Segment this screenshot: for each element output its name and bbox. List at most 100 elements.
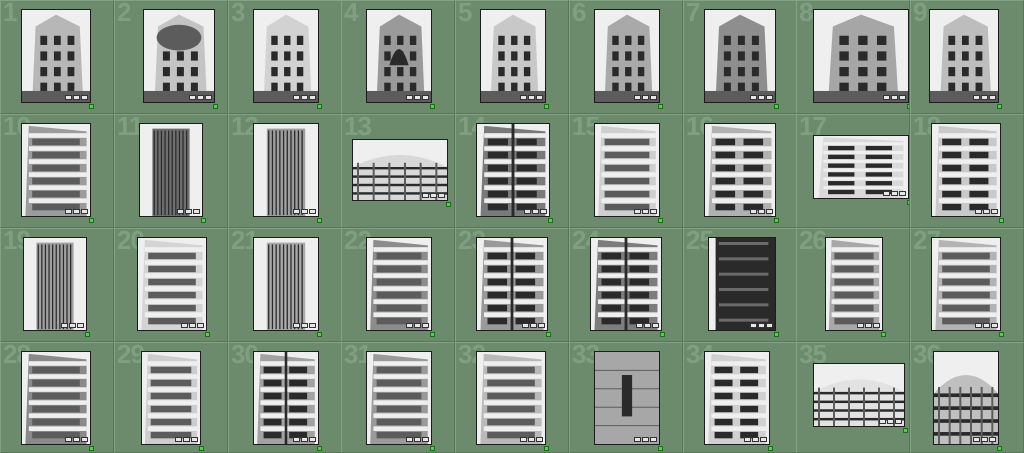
- grid-cell[interactable]: 13: [341, 114, 455, 228]
- photo-thumbnail[interactable]: [594, 9, 660, 103]
- color-label-icon[interactable]: [85, 332, 90, 337]
- grid-cell[interactable]: 20: [114, 228, 228, 342]
- photo-thumbnail[interactable]: [813, 363, 905, 427]
- color-label-icon[interactable]: [213, 104, 218, 109]
- grid-cell[interactable]: 28: [0, 342, 114, 453]
- color-label-icon[interactable]: [89, 218, 94, 223]
- color-label-icon[interactable]: [430, 332, 435, 337]
- photo-thumbnail[interactable]: [21, 351, 91, 445]
- color-label-icon[interactable]: [999, 332, 1004, 337]
- color-label-icon[interactable]: [199, 446, 204, 451]
- color-label-icon[interactable]: [317, 218, 322, 223]
- grid-cell[interactable]: 10: [0, 114, 114, 228]
- photo-thumbnail[interactable]: [139, 123, 203, 217]
- grid-cell[interactable]: 26: [796, 228, 910, 342]
- color-label-icon[interactable]: [89, 446, 94, 451]
- grid-cell[interactable]: 5: [455, 0, 569, 114]
- color-label-icon[interactable]: [768, 446, 773, 451]
- photo-thumbnail[interactable]: [366, 237, 432, 331]
- grid-cell[interactable]: 30: [228, 342, 342, 453]
- photo-thumbnail[interactable]: [813, 9, 909, 103]
- color-label-icon[interactable]: [546, 332, 551, 337]
- grid-cell[interactable]: 9: [910, 0, 1024, 114]
- grid-cell[interactable]: 3: [228, 0, 342, 114]
- photo-thumbnail[interactable]: [813, 135, 909, 199]
- grid-cell[interactable]: 33: [569, 342, 683, 453]
- color-label-icon[interactable]: [544, 104, 549, 109]
- grid-cell[interactable]: 34: [683, 342, 797, 453]
- grid-cell[interactable]: 12: [228, 114, 342, 228]
- color-label-icon[interactable]: [999, 218, 1004, 223]
- photo-thumbnail[interactable]: [21, 123, 91, 217]
- grid-cell[interactable]: 16: [683, 114, 797, 228]
- grid-cell[interactable]: 17: [796, 114, 910, 228]
- photo-thumbnail[interactable]: [704, 123, 776, 217]
- color-label-icon[interactable]: [205, 332, 210, 337]
- color-label-icon[interactable]: [881, 332, 886, 337]
- color-label-icon[interactable]: [548, 218, 553, 223]
- photo-thumbnail[interactable]: [253, 123, 319, 217]
- photo-thumbnail[interactable]: [476, 351, 546, 445]
- color-label-icon[interactable]: [997, 104, 1002, 109]
- color-label-icon[interactable]: [544, 446, 549, 451]
- grid-cell[interactable]: 19: [0, 228, 114, 342]
- grid-cell[interactable]: 18: [910, 114, 1024, 228]
- photo-thumbnail[interactable]: [704, 9, 776, 103]
- color-label-icon[interactable]: [774, 218, 779, 223]
- photo-thumbnail[interactable]: [253, 351, 319, 445]
- color-label-icon[interactable]: [774, 104, 779, 109]
- grid-cell[interactable]: 21: [228, 228, 342, 342]
- color-label-icon[interactable]: [317, 104, 322, 109]
- grid-cell[interactable]: 27: [910, 228, 1024, 342]
- photo-thumbnail[interactable]: [253, 9, 319, 103]
- grid-cell[interactable]: 6: [569, 0, 683, 114]
- color-label-icon[interactable]: [317, 332, 322, 337]
- grid-cell[interactable]: 15: [569, 114, 683, 228]
- grid-cell[interactable]: 35: [796, 342, 910, 453]
- color-label-icon[interactable]: [89, 104, 94, 109]
- photo-thumbnail[interactable]: [933, 351, 999, 445]
- color-label-icon[interactable]: [430, 104, 435, 109]
- color-label-icon[interactable]: [658, 104, 663, 109]
- photo-thumbnail[interactable]: [480, 9, 546, 103]
- photo-thumbnail[interactable]: [594, 351, 660, 445]
- photo-thumbnail[interactable]: [352, 139, 448, 201]
- color-label-icon[interactable]: [660, 332, 665, 337]
- photo-thumbnail[interactable]: [590, 237, 662, 331]
- photo-thumbnail[interactable]: [704, 351, 770, 445]
- color-label-icon[interactable]: [658, 446, 663, 451]
- grid-cell[interactable]: 32: [455, 342, 569, 453]
- photo-thumbnail[interactable]: [253, 237, 319, 331]
- photo-thumbnail[interactable]: [366, 351, 432, 445]
- photo-thumbnail[interactable]: [931, 237, 1001, 331]
- grid-cell[interactable]: 29: [114, 342, 228, 453]
- color-label-icon[interactable]: [997, 446, 1002, 451]
- grid-cell[interactable]: 22: [341, 228, 455, 342]
- grid-cell[interactable]: 11: [114, 114, 228, 228]
- grid-cell[interactable]: 1: [0, 0, 114, 114]
- photo-thumbnail[interactable]: [476, 123, 550, 217]
- grid-cell[interactable]: 2: [114, 0, 228, 114]
- grid-cell[interactable]: 23: [455, 228, 569, 342]
- color-label-icon[interactable]: [201, 218, 206, 223]
- photo-thumbnail[interactable]: [21, 9, 91, 103]
- photo-thumbnail[interactable]: [825, 237, 883, 331]
- color-label-icon[interactable]: [430, 446, 435, 451]
- photo-thumbnail[interactable]: [366, 9, 432, 103]
- grid-cell[interactable]: 36: [910, 342, 1024, 453]
- grid-cell[interactable]: 8: [796, 0, 910, 114]
- color-label-icon[interactable]: [774, 332, 779, 337]
- photo-thumbnail[interactable]: [143, 9, 215, 103]
- grid-cell[interactable]: 7: [683, 0, 797, 114]
- photo-thumbnail[interactable]: [141, 351, 201, 445]
- photo-thumbnail[interactable]: [931, 123, 1001, 217]
- photo-thumbnail[interactable]: [23, 237, 87, 331]
- color-label-icon[interactable]: [446, 202, 451, 207]
- grid-cell[interactable]: 4: [341, 0, 455, 114]
- photo-thumbnail[interactable]: [137, 237, 207, 331]
- color-label-icon[interactable]: [658, 218, 663, 223]
- grid-cell[interactable]: 31: [341, 342, 455, 453]
- photo-thumbnail[interactable]: [929, 9, 999, 103]
- grid-cell[interactable]: 14: [455, 114, 569, 228]
- photo-thumbnail[interactable]: [708, 237, 776, 331]
